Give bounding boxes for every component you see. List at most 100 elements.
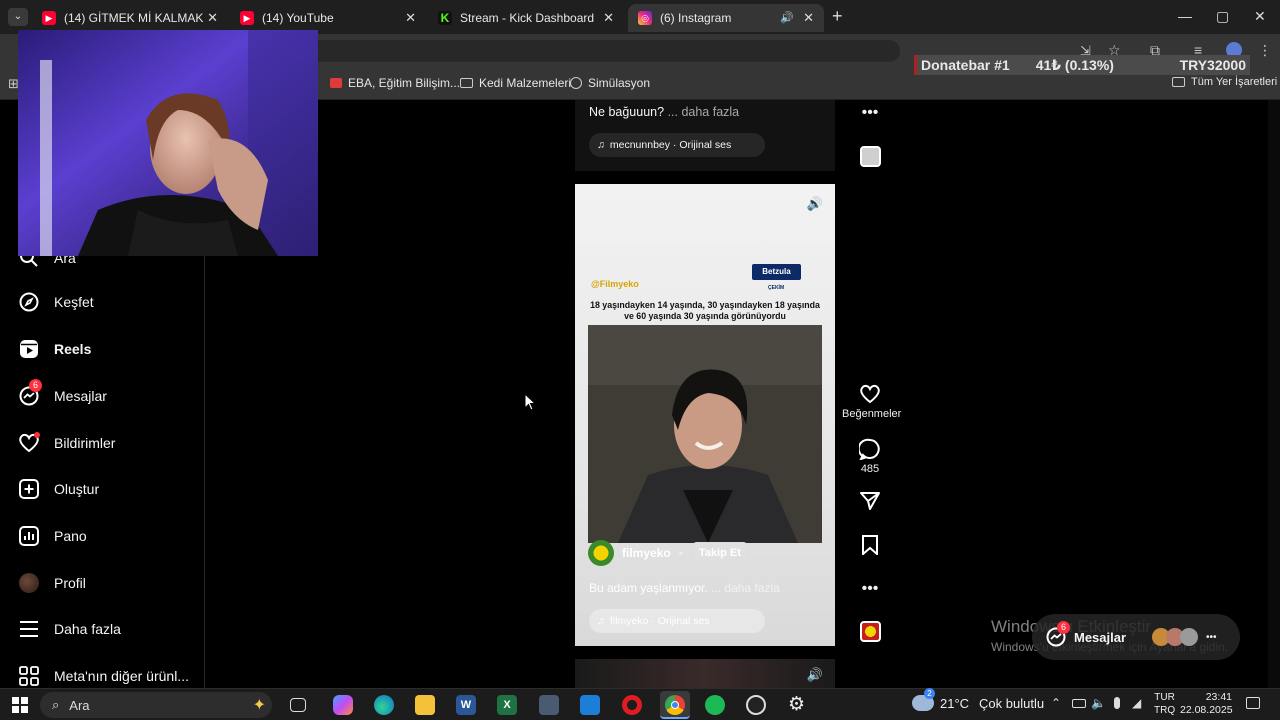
page-scrollbar[interactable]	[1268, 100, 1280, 688]
search-placeholder: Ara	[69, 697, 90, 713]
sidebar-item-label: Mesajlar	[54, 388, 107, 404]
grid-icon	[18, 665, 40, 687]
bookmark-icon	[862, 535, 878, 557]
avatar	[1180, 628, 1199, 646]
calculator-icon[interactable]	[539, 695, 559, 715]
sidebar-item-label: Bildirimler	[54, 435, 116, 451]
eba-icon	[330, 78, 342, 88]
windows-start-icon[interactable]	[12, 697, 28, 713]
donatebar-title: Donatebar #1	[921, 57, 1010, 73]
tab-kick-dashboard[interactable]: K Stream - Kick Dashboard ✕	[428, 4, 624, 32]
next-reel: 🔊	[575, 659, 835, 688]
battery-icon[interactable]	[1072, 699, 1086, 708]
folder-icon	[1172, 77, 1185, 87]
chart-icon	[18, 525, 40, 547]
bookmark-kedi[interactable]: Kedi Malzemeleri	[460, 76, 571, 90]
caption-text: Ne bağuuun?	[589, 105, 665, 119]
comment-button[interactable]: 485	[842, 438, 898, 475]
bookmark-simulasyon[interactable]: Simülasyon	[570, 76, 650, 90]
settings-gear-icon[interactable]: ⚙	[788, 693, 805, 716]
bookmark-eba[interactable]: EBA, Eğitim Bilişim...	[330, 76, 460, 90]
chrome-icon[interactable]	[660, 691, 690, 719]
audio-thumbnail[interactable]	[860, 621, 881, 642]
minimize-icon[interactable]: —	[1178, 8, 1192, 24]
like-button[interactable]: Beğenmeler	[842, 384, 902, 420]
volume-icon[interactable]: 🔊	[807, 667, 823, 683]
sidebar-item-label: Profil	[54, 575, 86, 591]
spotify-icon[interactable]	[705, 695, 725, 715]
sidebar-item-profil[interactable]: Profil	[18, 572, 86, 594]
weather-widget[interactable]: 2 21°C Çok bulutlu	[912, 688, 1045, 711]
close-tab-icon[interactable]: ✕	[207, 10, 218, 26]
taskbar-search[interactable]: ⌕ Ara ✦	[40, 692, 272, 718]
weather-text: Çok bulutlu	[979, 695, 1045, 711]
kebab-menu-icon[interactable]: ⋮	[1258, 42, 1272, 59]
tab-youtube-video[interactable]: ▶ (14) GİTMEK Mİ KALMAK MI? B ✕	[32, 4, 228, 32]
likes-label: Beğenmeler	[842, 408, 902, 420]
mouse-cursor	[524, 393, 536, 411]
word-icon[interactable]: W	[456, 695, 476, 715]
speaker-icon[interactable]: 🔊	[780, 11, 794, 24]
sidebar-item-bildirimler[interactable]: Bildirimler	[18, 432, 115, 454]
reel-headline: 18 yaşındayken 14 yaşında, 30 yaşındayke…	[590, 300, 820, 321]
close-tab-icon[interactable]: ✕	[803, 10, 814, 26]
caption-text: Bu adam yaşlanmıyor.	[589, 581, 708, 595]
audio-pill[interactable]: ♫ filmyeko · Orijinal ses	[589, 609, 765, 633]
sidebar-item-olustur[interactable]: Oluştur	[18, 478, 99, 500]
prev-audio-thumbnail[interactable]	[860, 146, 881, 167]
author-avatar[interactable]	[588, 540, 614, 566]
store-icon[interactable]	[580, 695, 600, 715]
microphone-icon[interactable]	[1114, 697, 1120, 709]
sidebar-item-label: Oluştur	[54, 481, 100, 497]
messages-popup[interactable]: 6 Mesajlar •••	[1032, 614, 1240, 660]
sidebar-item-pano[interactable]: Pano	[18, 525, 87, 547]
volume-icon[interactable]: 🔊	[807, 196, 823, 212]
sidebar-item-reels[interactable]: Reels	[18, 338, 91, 360]
more-icon[interactable]: •••	[1206, 632, 1217, 643]
current-reel[interactable]: 🔊 @Filmyeko Betzula ÇEKİM 18 yaşındayken…	[575, 184, 835, 646]
more-link[interactable]: ... daha fazla	[668, 105, 740, 119]
notification-dot	[34, 432, 40, 438]
author-username[interactable]: filmyeko	[622, 546, 671, 560]
copilot-icon[interactable]	[333, 695, 353, 715]
tab-youtube[interactable]: ▶ (14) YouTube ✕	[230, 4, 426, 32]
sidebar-item-mesajlar[interactable]: 6 Mesajlar	[18, 379, 107, 407]
opera-icon[interactable]	[622, 695, 642, 715]
audio-pill[interactable]: ♫ mecnunnbey · Orijinal ses	[589, 133, 765, 157]
sidebar-item-kesfet[interactable]: Keşfet	[18, 291, 94, 313]
instagram-icon: ◎	[638, 11, 652, 25]
clock[interactable]: 23:41 22.08.2025	[1180, 691, 1233, 717]
excel-icon[interactable]: X	[497, 695, 517, 715]
language-indicator[interactable]: TUR TRQ	[1154, 691, 1175, 717]
file-explorer-icon[interactable]	[415, 695, 435, 715]
address-bar[interactable]	[300, 40, 900, 62]
network-icon[interactable]: ◢	[1132, 696, 1141, 710]
all-bookmarks[interactable]: Tüm Yer İşaretleri	[1172, 76, 1277, 88]
task-view-icon[interactable]	[290, 698, 306, 712]
notifications-icon[interactable]	[1246, 697, 1260, 709]
maximize-icon[interactable]: ▢	[1216, 8, 1229, 25]
prev-more-options-icon[interactable]: •••	[842, 104, 898, 122]
more-options-icon[interactable]: •••	[842, 580, 898, 598]
sidebar-item-label: Reels	[54, 341, 92, 357]
comment-icon	[857, 438, 880, 461]
chevron-up-icon[interactable]: ⌃	[1051, 696, 1061, 710]
share-button[interactable]	[842, 491, 898, 514]
tab-search-button[interactable]: ⌄	[8, 8, 28, 26]
close-tab-icon[interactable]: ✕	[603, 10, 614, 26]
obs-icon[interactable]	[746, 695, 766, 715]
save-button[interactable]	[842, 535, 898, 558]
new-tab-button[interactable]: +	[832, 6, 843, 27]
close-tab-icon[interactable]: ✕	[405, 10, 416, 26]
audio-label: filmyeko · Orijinal ses	[609, 615, 710, 627]
sidebar-item-meta[interactable]: Meta'nın diğer ürünl...	[18, 665, 189, 687]
comments-count: 485	[860, 463, 880, 475]
edge-icon[interactable]	[374, 695, 394, 715]
sidebar-item-daha-fazla[interactable]: Daha fazla	[18, 618, 121, 640]
speaker-icon[interactable]: 🔈	[1091, 696, 1106, 710]
tab-title: Stream - Kick Dashboard	[460, 11, 595, 25]
follow-button[interactable]: Takip Et	[690, 542, 749, 564]
more-link[interactable]: ... daha fazla	[711, 581, 780, 595]
tab-instagram[interactable]: ◎ (6) Instagram 🔊 ✕	[628, 4, 824, 32]
close-window-icon[interactable]: ✕	[1254, 8, 1266, 25]
